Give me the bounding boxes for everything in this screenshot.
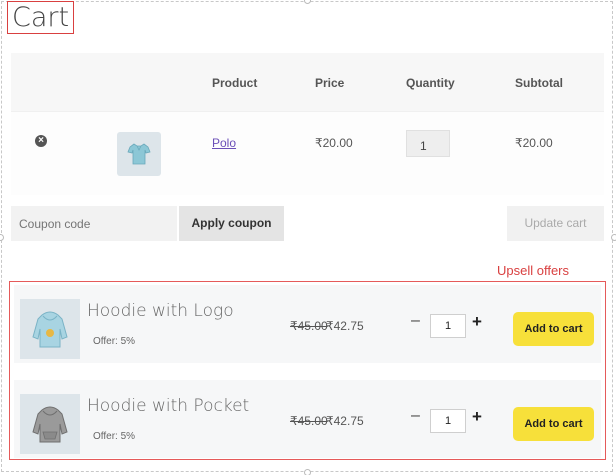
upsell-item: Hoodie with Pocket Offer: 5% ₹45.00 ₹42.… bbox=[14, 380, 601, 458]
upsell-product-name: Hoodie with Pocket bbox=[87, 396, 250, 416]
quantity-decrease-button[interactable]: – bbox=[411, 312, 420, 330]
upsell-offers-label: Upsell offers bbox=[497, 263, 570, 278]
upsell-old-price: ₹45.00 bbox=[290, 319, 328, 333]
quantity-increase-button[interactable]: + bbox=[472, 312, 482, 332]
cart-table-header: Product Price Quantity Subtotal bbox=[11, 53, 604, 111]
upsell-old-price: ₹45.00 bbox=[290, 414, 328, 428]
quantity-input[interactable]: 1 bbox=[406, 130, 450, 157]
upsell-quantity-input[interactable]: 1 bbox=[430, 314, 466, 338]
update-cart-button[interactable]: Update cart bbox=[507, 206, 604, 241]
upsell-product-name: Hoodie with Logo bbox=[87, 301, 234, 321]
polo-shirt-icon[interactable] bbox=[117, 132, 161, 176]
upsell-new-price: ₹42.75 bbox=[326, 319, 364, 333]
hoodie-logo-icon[interactable] bbox=[20, 299, 80, 359]
upsell-offer-text: Offer: 5% bbox=[93, 431, 136, 442]
hoodie-pocket-icon[interactable] bbox=[20, 394, 80, 454]
quantity-decrease-button[interactable]: – bbox=[411, 407, 420, 425]
quantity-increase-button[interactable]: + bbox=[472, 407, 482, 427]
add-to-cart-button[interactable]: Add to cart bbox=[513, 312, 594, 346]
upsell-offer-text: Offer: 5% bbox=[93, 336, 136, 347]
remove-item-icon[interactable]: × bbox=[35, 135, 47, 147]
header-quantity: Quantity bbox=[406, 76, 455, 90]
header-subtotal: Subtotal bbox=[515, 76, 563, 90]
product-link-polo[interactable]: Polo bbox=[212, 136, 236, 150]
apply-coupon-button[interactable]: Apply coupon bbox=[179, 206, 284, 241]
resize-handle-right[interactable] bbox=[611, 234, 616, 241]
upsell-new-price: ₹42.75 bbox=[326, 414, 364, 428]
upsell-offers-box: Hoodie with Logo Offer: 5% ₹45.00 ₹42.75… bbox=[9, 281, 606, 460]
resize-handle-bottom[interactable] bbox=[304, 469, 311, 475]
header-price: Price bbox=[315, 76, 345, 90]
upsell-item: Hoodie with Logo Offer: 5% ₹45.00 ₹42.75… bbox=[14, 285, 601, 363]
item-subtotal: ₹20.00 bbox=[515, 136, 553, 150]
cart-table: Product Price Quantity Subtotal × Polo ₹… bbox=[11, 53, 604, 195]
page-title: Cart bbox=[7, 1, 75, 34]
upsell-quantity-input[interactable]: 1 bbox=[430, 409, 466, 433]
cart-item-row: × Polo ₹20.00 1 ₹20.00 bbox=[11, 111, 604, 195]
cart-actions: Apply coupon Update cart bbox=[11, 206, 604, 241]
coupon-code-input[interactable] bbox=[11, 206, 177, 241]
add-to-cart-button[interactable]: Add to cart bbox=[513, 407, 594, 441]
item-price: ₹20.00 bbox=[315, 136, 353, 150]
header-product: Product bbox=[212, 76, 258, 90]
